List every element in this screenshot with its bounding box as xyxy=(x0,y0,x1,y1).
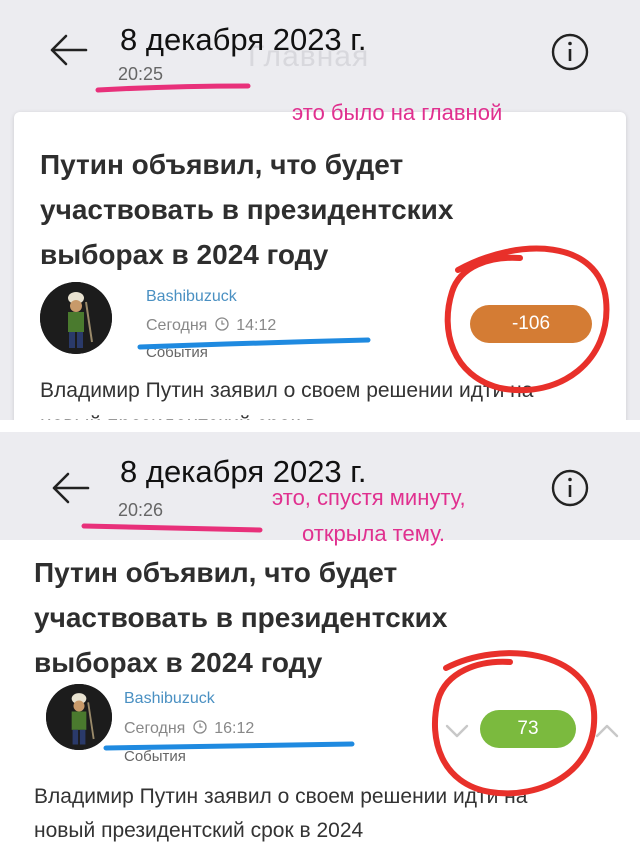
header-date: 8 декабря 2023 г. xyxy=(120,22,367,57)
post-card[interactable]: Путин объявил, что будет участвовать в п… xyxy=(14,112,626,420)
rating-score: 73 xyxy=(480,710,576,748)
clock-icon xyxy=(193,720,207,734)
post-category[interactable]: События xyxy=(124,748,186,765)
post-title[interactable]: Путин объявил, что будет участвовать в п… xyxy=(40,142,580,277)
author-link[interactable]: Bashibuzuck xyxy=(124,690,215,708)
annotation-bottom-line1: это, спустя минуту, xyxy=(272,485,466,510)
header-time: 20:25 xyxy=(118,64,164,84)
avatar[interactable] xyxy=(40,282,112,354)
post-title: Путин объявил, что будет участвовать в п… xyxy=(34,557,448,678)
annotation-bottom-line2: открыла тему. xyxy=(302,521,446,546)
author-link[interactable]: Bashibuzuck xyxy=(146,288,237,306)
rating-score: -106 xyxy=(470,305,592,343)
chevron-down-icon[interactable] xyxy=(440,714,474,748)
meta-day: Сегодня xyxy=(146,317,208,334)
back-arrow-icon[interactable] xyxy=(46,28,90,72)
post-excerpt: Владимир Путин заявил о своем решении ид… xyxy=(40,379,534,420)
post-category[interactable]: События xyxy=(146,344,208,361)
annotation-top: это было на главной xyxy=(292,100,503,125)
meta-time: 14:12 xyxy=(236,317,277,334)
chevron-up-icon[interactable] xyxy=(590,714,624,748)
clock-icon xyxy=(215,317,229,331)
back-arrow-icon[interactable] xyxy=(48,466,92,510)
header-time: 20:26 xyxy=(118,500,164,520)
screenshot-top: Главная 8 декабря 2023 г. 20:25 Путин об… xyxy=(0,0,640,420)
post-meta: Сегодня 14:12 xyxy=(146,317,276,335)
divider xyxy=(0,420,640,432)
post-excerpt: Владимир Путин заявил о своем решении ид… xyxy=(34,785,528,842)
post-meta: Сегодня 16:12 xyxy=(124,720,254,738)
top-header: Главная 8 декабря 2023 г. 20:25 xyxy=(0,0,640,100)
meta-day: Сегодня xyxy=(124,720,186,737)
avatar[interactable] xyxy=(46,684,112,750)
meta-time: 16:12 xyxy=(214,720,255,737)
info-icon[interactable] xyxy=(548,30,592,74)
info-icon[interactable] xyxy=(548,466,592,510)
